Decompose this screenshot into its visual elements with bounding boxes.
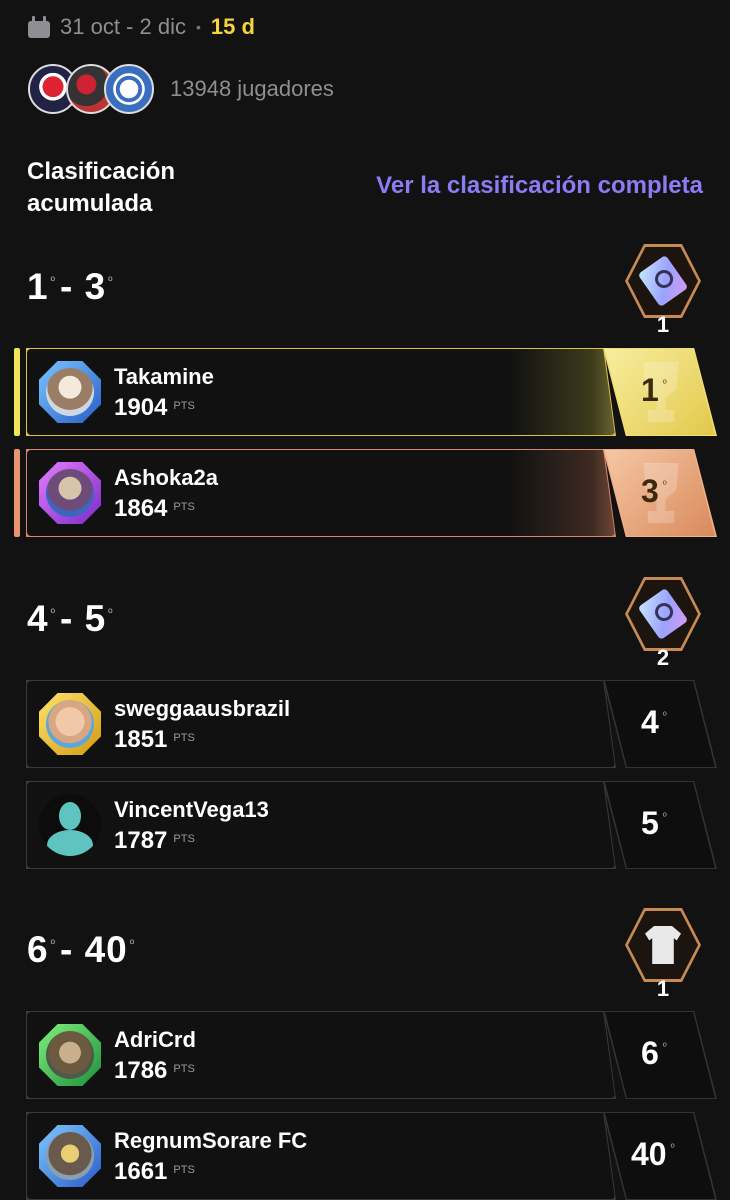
rank-range-header: 1º - 3º — [27, 266, 114, 307]
username: Ashoka2a — [114, 465, 218, 490]
days-remaining: 15 d — [210, 14, 255, 39]
points: 1661 PTS — [114, 1158, 195, 1185]
points: 1786 PTS — [114, 1057, 195, 1084]
leaderboard-row[interactable]: Ashoka2a 1864 PTS — [26, 449, 616, 537]
points: 1864 PTS — [114, 495, 195, 522]
full-leaderboard-link[interactable]: Ver la clasificación completa — [376, 172, 703, 200]
separator-dot: • — [195, 19, 201, 35]
prize-badge[interactable]: 2 — [623, 577, 703, 670]
default-avatar-icon — [39, 794, 101, 856]
leaderboard-row[interactable]: Takamine 1904 PTS — [26, 348, 616, 436]
jersey-icon — [645, 926, 681, 964]
ticket-icon — [637, 587, 689, 641]
user-avatar — [39, 693, 101, 755]
user-avatar — [39, 462, 101, 524]
user-avatar — [39, 1024, 101, 1086]
prize-quantity: 1 — [656, 976, 670, 1001]
points: 1904 PTS — [114, 394, 195, 421]
rank-color-bar — [14, 449, 20, 537]
rank-badge: 1º — [603, 348, 717, 436]
calendar-icon — [28, 16, 50, 38]
user-avatar — [39, 1125, 101, 1187]
ticket-icon — [637, 254, 689, 308]
rank-badge: 3º — [603, 449, 717, 537]
leaderboard-row[interactable]: RegnumSorare FC 1661 PTS — [26, 1112, 616, 1200]
rank-badge: 5º — [603, 781, 717, 869]
username: Takamine — [114, 364, 214, 389]
username: sweggaausbrazil — [114, 696, 291, 721]
username: AdriCrd — [114, 1027, 196, 1052]
points: 1851 PTS — [114, 726, 195, 753]
prize-quantity: 2 — [656, 645, 670, 670]
club-badge-icon — [104, 64, 154, 114]
players-summary[interactable]: 13948 jugadores — [28, 64, 334, 114]
prize-quantity: 1 — [656, 312, 670, 337]
rank-color-bar — [14, 348, 20, 436]
players-count: 13948 jugadores — [170, 76, 334, 101]
points: 1787 PTS — [114, 827, 195, 854]
date-range: 31 oct - 2 dic — [60, 14, 186, 39]
prize-badge[interactable]: 1 — [623, 244, 703, 337]
leaderboard-row[interactable]: VincentVega13 1787 PTS — [26, 781, 616, 869]
rank-badge: 4º — [603, 680, 717, 768]
prize-badge[interactable]: 1 — [623, 908, 703, 1001]
rank-badge: 40 º — [603, 1112, 717, 1200]
username: RegnumSorare FC — [114, 1128, 308, 1153]
section-title: Clasificación acumulada — [27, 158, 176, 217]
rank-range-header: 4º - 5º — [27, 598, 114, 639]
username: VincentVega13 — [114, 797, 269, 822]
leaderboard-row[interactable]: sweggaausbrazil 1851 PTS — [26, 680, 616, 768]
leaderboard-row[interactable]: AdriCrd 1786 PTS — [26, 1011, 616, 1099]
rank-range-header: 6º - 40 º — [27, 929, 136, 970]
date-range-header: 31 oct - 2 dic • 15 d — [28, 14, 255, 40]
user-avatar — [39, 361, 101, 423]
rank-badge: 6º — [603, 1011, 717, 1099]
